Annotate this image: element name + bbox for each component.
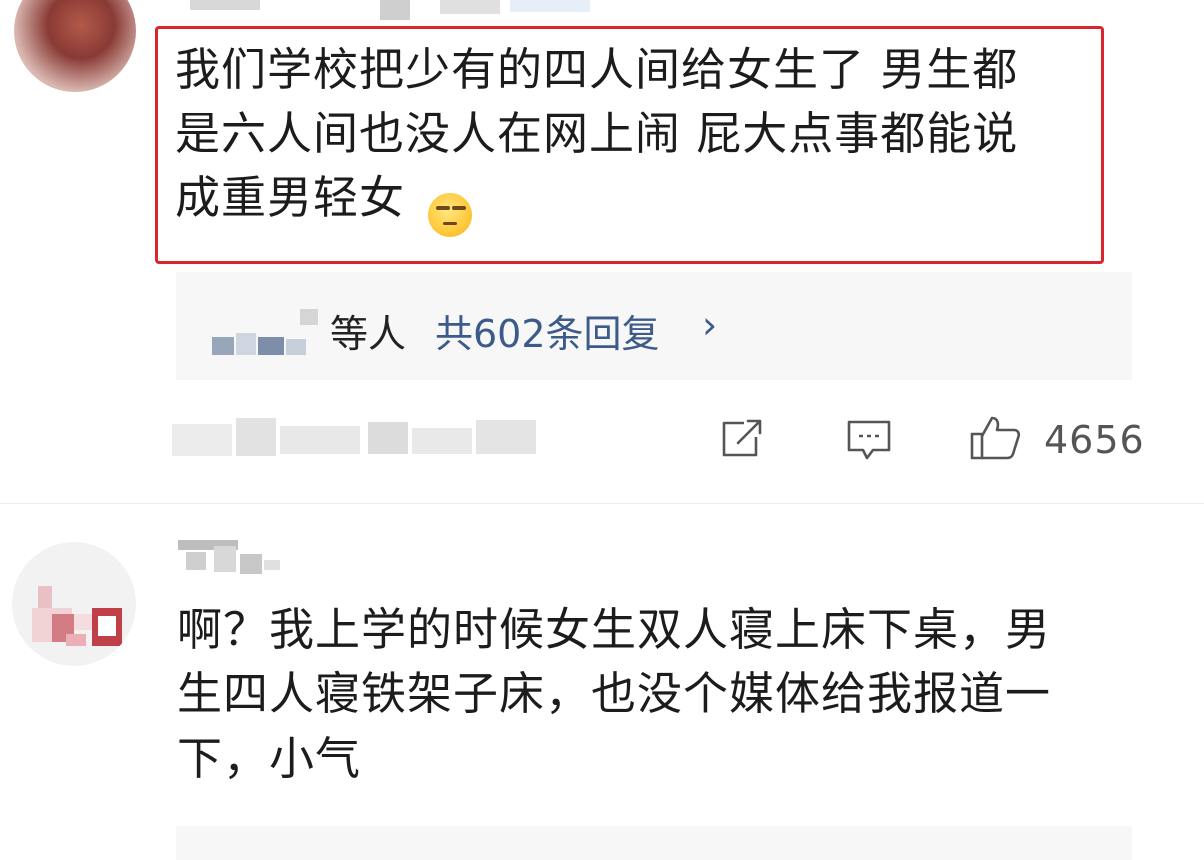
chevron-right-icon[interactable]: › — [702, 303, 717, 347]
thumbs-up-icon[interactable] — [968, 414, 1024, 462]
blurred-reply-names — [212, 309, 322, 355]
blurred-header-text — [190, 0, 610, 22]
blurred-timestamp — [172, 418, 562, 460]
user-avatar[interactable] — [12, 542, 136, 666]
comment-text-line: 下，小气 — [177, 732, 362, 785]
smirk-face-emoji — [428, 193, 472, 237]
user-avatar[interactable] — [14, 0, 136, 92]
divider — [0, 503, 1204, 504]
comment-text-line: 成重男轻女 — [175, 171, 406, 224]
comment-text-line: 是六人间也没人在网上闹 屁大点事都能说 — [175, 107, 1019, 160]
like-count: 4656 — [1044, 418, 1145, 462]
comment-text-line: 生四人寝铁架子床，也没个媒体给我报道一 — [177, 667, 1052, 720]
comment-text-line: 啊？我上学的时候女生双人寝上床下桌，男 — [177, 603, 1052, 656]
share-icon[interactable] — [718, 417, 766, 461]
comment-icon[interactable] — [845, 418, 893, 462]
blurred-username — [178, 540, 288, 580]
reply-names-suffix[interactable]: 等人 — [330, 303, 406, 358]
comment-text-line: 我们学校把少有的四人间给女生了 男生都 — [175, 43, 1019, 96]
reply-count-link[interactable]: 共602条回复 — [435, 303, 660, 358]
replies-panel[interactable] — [176, 826, 1132, 860]
